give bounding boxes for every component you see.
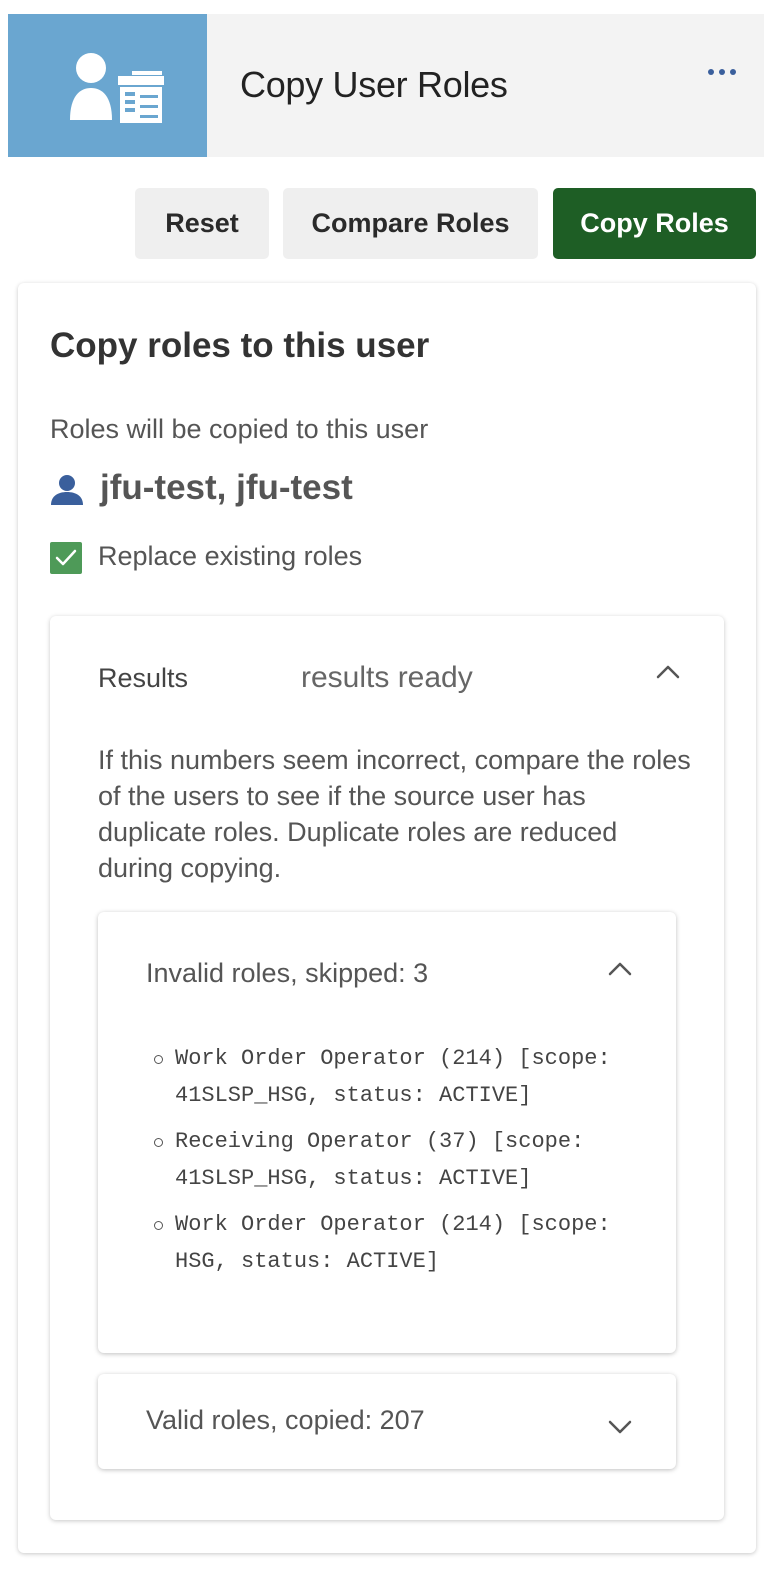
target-subtitle: Roles will be copied to this user <box>50 414 429 444</box>
target-user-name: jfu-test, jfu-test <box>100 468 353 507</box>
chevron-up-icon[interactable] <box>655 663 681 681</box>
header-icon-box <box>8 14 207 157</box>
section-title: Copy roles to this user <box>50 326 430 365</box>
user-copier-icon <box>70 53 164 123</box>
list-item: Work Order Operator (214) [scope: 41SLSP… <box>154 1040 634 1114</box>
page-header: Copy User Roles <box>8 14 764 157</box>
bullet-icon <box>154 1221 163 1230</box>
bullet-icon <box>154 1055 163 1064</box>
copy-roles-button[interactable]: Copy Roles <box>553 188 756 259</box>
more-horizontal-icon <box>708 69 736 75</box>
results-description: If this numbers seem incorrect, compare … <box>98 745 691 883</box>
role-text: Work Order Operator (214) [scope: 41SLSP… <box>175 1046 611 1108</box>
results-status: results ready <box>301 661 473 694</box>
invalid-roles-list: Work Order Operator (214) [scope: 41SLSP… <box>154 1040 634 1289</box>
page-title: Copy User Roles <box>240 64 508 105</box>
replace-roles-checkbox[interactable] <box>50 542 82 574</box>
role-text: Work Order Operator (214) [scope: HSG, s… <box>175 1212 611 1274</box>
replace-roles-label: Replace existing roles <box>98 541 363 571</box>
valid-roles-title: Valid roles, copied: 207 <box>146 1405 425 1435</box>
more-options-button[interactable] <box>700 56 744 88</box>
reset-button[interactable]: Reset <box>135 188 269 259</box>
role-text: Receiving Operator (37) [scope: 41SLSP_H… <box>175 1129 585 1191</box>
compare-roles-button[interactable]: Compare Roles <box>283 188 538 259</box>
user-icon <box>51 475 83 505</box>
results-label: Results <box>98 663 189 693</box>
checkmark-icon <box>55 549 77 566</box>
bullet-icon <box>154 1138 163 1147</box>
invalid-roles-title: Invalid roles, skipped: 3 <box>146 958 429 988</box>
list-item: Receiving Operator (37) [scope: 41SLSP_H… <box>154 1123 634 1197</box>
chevron-up-icon[interactable] <box>607 960 633 978</box>
list-item: Work Order Operator (214) [scope: HSG, s… <box>154 1206 634 1280</box>
chevron-down-icon[interactable] <box>607 1418 633 1436</box>
